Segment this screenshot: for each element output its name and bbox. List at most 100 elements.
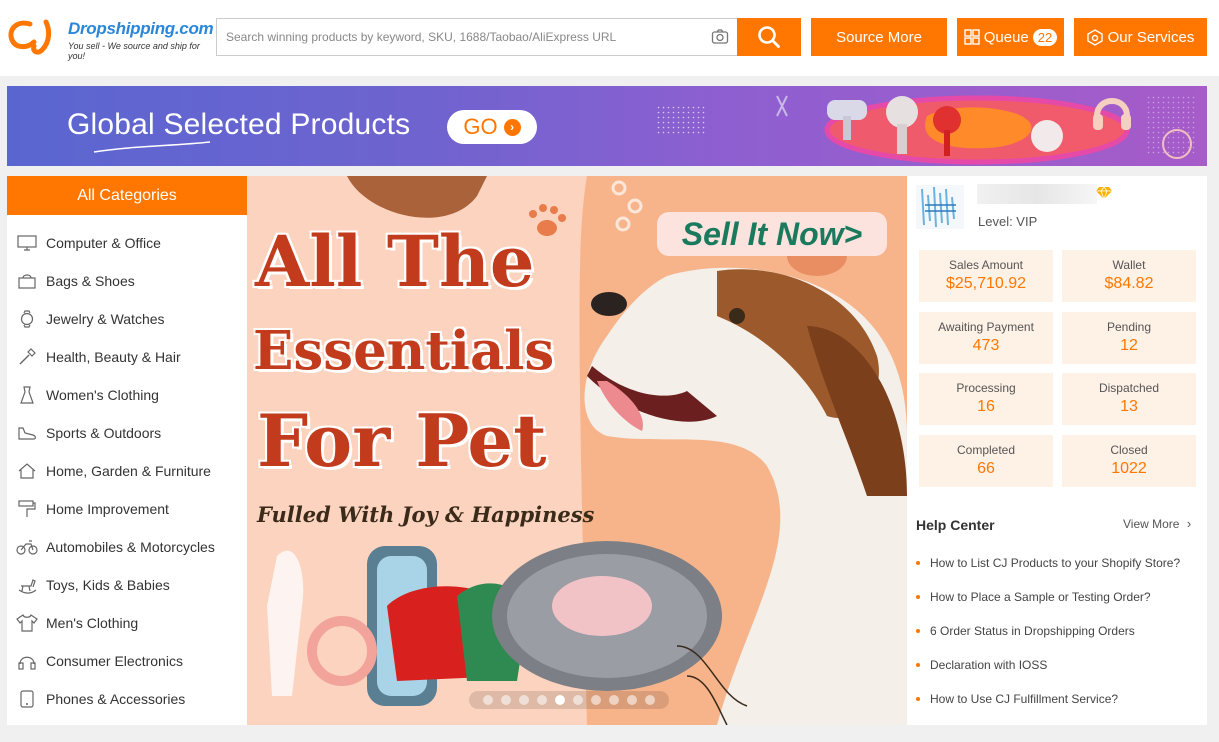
stat-label: Completed [956, 443, 1016, 457]
global-selected-banner[interactable]: Global Selected Products GO › [7, 86, 1207, 166]
category-womens-clothing[interactable]: Women's Clothing [7, 376, 247, 414]
category-consumer-electronics[interactable]: Consumer Electronics [7, 642, 247, 680]
stat-value: 66 [977, 460, 995, 477]
category-health-beauty[interactable]: Health, Beauty & Hair [7, 338, 247, 376]
sneaker-icon [16, 424, 38, 442]
carousel-dot[interactable] [591, 695, 601, 705]
carousel-dot[interactable] [537, 695, 547, 705]
stat-value: $25,710.92 [945, 275, 1027, 292]
stat-label: Wallet [1112, 258, 1146, 272]
banner-title: Global Selected Products [67, 108, 411, 141]
help-link[interactable]: 6 Order Status in Dropshipping Orders [916, 624, 1135, 638]
category-label: Jewelry & Watches [46, 311, 165, 327]
category-label: Home, Garden & Furniture [46, 463, 211, 479]
watch-icon [16, 310, 38, 328]
username-redacted [977, 184, 1097, 204]
go-button[interactable]: GO › [447, 110, 537, 144]
hero-carousel[interactable]: All The Essentials For Pet Fulled With J… [247, 176, 907, 725]
all-categories-header[interactable]: All Categories [7, 176, 247, 215]
dress-icon [16, 386, 38, 404]
category-automobiles[interactable]: Automobiles & Motorcycles [7, 528, 247, 566]
carousel-dot[interactable] [483, 695, 493, 705]
category-sidebar: All Categories Computer & Office Bags & … [7, 176, 247, 725]
account-level: Level: VIP [978, 214, 1038, 229]
category-label: Consumer Electronics [46, 653, 183, 669]
category-label: Women's Clothing [46, 387, 159, 403]
our-services-label: Our Services [1107, 28, 1195, 46]
hero-line-2: Essentials [253, 320, 555, 382]
stat-pending[interactable]: Pending 12 [1062, 312, 1196, 364]
rocking-horse-icon [16, 576, 38, 594]
stat-dispatched[interactable]: Dispatched 13 [1062, 373, 1196, 425]
diamond-icon [1096, 186, 1112, 200]
stat-closed[interactable]: Closed 1022 [1062, 435, 1196, 487]
carousel-dot[interactable] [627, 695, 637, 705]
bullet-icon [916, 697, 920, 701]
source-more-button[interactable]: Source More [811, 18, 947, 56]
queue-button[interactable]: Queue 22 [957, 18, 1064, 56]
stat-label: Dispatched [1098, 381, 1160, 395]
motorcycle-icon [16, 538, 38, 556]
category-bags-shoes[interactable]: Bags & Shoes [7, 262, 247, 300]
our-services-button[interactable]: Our Services [1074, 18, 1207, 56]
bullet-icon [916, 561, 920, 565]
category-computer-office[interactable]: Computer & Office [7, 224, 247, 262]
help-link-label: How to Place a Sample or Testing Order? [930, 590, 1151, 604]
bullet-icon [916, 663, 920, 667]
stat-completed[interactable]: Completed 66 [919, 435, 1053, 487]
site-logo[interactable]: Dropshipping.com You sell - We source an… [6, 14, 214, 61]
stat-value: 13 [1120, 398, 1138, 415]
camera-icon[interactable] [711, 28, 729, 46]
category-toys-kids[interactable]: Toys, Kids & Babies [7, 566, 247, 604]
stat-value: 473 [972, 337, 1000, 354]
stat-processing[interactable]: Processing 16 [919, 373, 1053, 425]
stat-wallet[interactable]: Wallet $84.82 [1062, 250, 1196, 302]
category-phones-accessories[interactable]: Phones & Accessories [7, 680, 247, 718]
sell-it-now-label: Sell It Now> [681, 215, 863, 252]
category-home-improvement[interactable]: Home Improvement [7, 490, 247, 528]
help-link-label: How to List CJ Products to your Shopify … [930, 556, 1181, 570]
help-center-title: Help Center [916, 517, 995, 533]
shirt-icon [16, 614, 38, 632]
headphones-icon [16, 652, 38, 670]
search-button[interactable] [737, 18, 801, 56]
category-home-garden[interactable]: Home, Garden & Furniture [7, 452, 247, 490]
carousel-dot[interactable] [609, 695, 619, 705]
carousel-dot[interactable] [501, 695, 511, 705]
package-icon [1086, 28, 1103, 46]
stat-sales-amount[interactable]: Sales Amount $25,710.92 [919, 250, 1053, 302]
hero-tagline: Fulled With Joy & Happiness [257, 502, 595, 527]
help-link[interactable]: How to Place a Sample or Testing Order? [916, 590, 1151, 604]
carousel-dot[interactable] [645, 695, 655, 705]
carousel-dot[interactable] [573, 695, 583, 705]
category-jewelry-watches[interactable]: Jewelry & Watches [7, 300, 247, 338]
help-link[interactable]: How to Use CJ Fulfillment Service? [916, 692, 1118, 706]
all-categories-label: All Categories [77, 186, 177, 204]
house-icon [16, 462, 38, 480]
carousel-dot-active[interactable] [555, 695, 565, 705]
category-mens-clothing[interactable]: Men's Clothing [7, 604, 247, 642]
sell-it-now-button[interactable]: Sell It Now> [657, 212, 887, 256]
search-box [216, 18, 737, 56]
view-more-link[interactable]: View More › [1123, 516, 1191, 531]
account-panel: Level: VIP Sales Amount $25,710.92 Walle… [907, 176, 1207, 725]
search-input[interactable] [217, 19, 697, 55]
hero-line-1: All The [255, 220, 535, 303]
stat-value: 16 [977, 398, 995, 415]
help-link[interactable]: How to List CJ Products to your Shopify … [916, 556, 1180, 570]
queue-count-badge: 22 [1032, 28, 1058, 46]
stat-label: Pending [1106, 320, 1152, 334]
products-illustration [655, 95, 1197, 165]
bullet-icon [916, 629, 920, 633]
stat-awaiting-payment[interactable]: Awaiting Payment 473 [919, 312, 1053, 364]
category-sports-outdoors[interactable]: Sports & Outdoors [7, 414, 247, 452]
stat-label: Closed [1110, 443, 1148, 457]
stat-label: Processing [956, 381, 1016, 395]
category-label: Automobiles & Motorcycles [46, 539, 215, 555]
carousel-dot[interactable] [519, 695, 529, 705]
category-label: Sports & Outdoors [46, 425, 162, 441]
help-link[interactable]: Declaration with IOSS [916, 658, 1047, 672]
grid-icon [964, 29, 980, 45]
avatar[interactable] [916, 185, 964, 229]
help-link-label: How to Use CJ Fulfillment Service? [930, 692, 1119, 706]
